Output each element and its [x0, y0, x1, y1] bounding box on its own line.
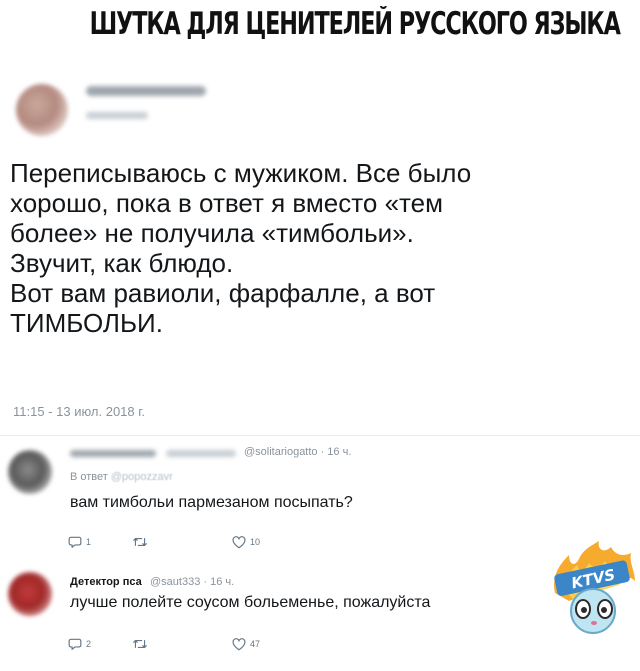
- reply-icon: [68, 536, 82, 548]
- author-handle-blurred[interactable]: [86, 112, 148, 119]
- reply-button[interactable]: 2: [68, 634, 91, 654]
- tweet-line: хорошо, пока в ответ я вместо «тем: [10, 188, 443, 218]
- watermark-logo: KTVS: [554, 541, 635, 634]
- divider: [0, 435, 640, 436]
- retweet-icon: [133, 640, 147, 648]
- reply-count: 1: [86, 537, 92, 547]
- tweet-line: Переписываюсь с мужиком. Все было: [10, 158, 472, 188]
- like-button[interactable]: 10: [232, 532, 260, 552]
- reply-to-prefix: В ответ: [70, 471, 108, 483]
- meme-headline: ШУТКА ДЛЯ ЦЕНИТЕЛЕЙ РУССКОГО ЯЗЫКА: [89, 6, 621, 42]
- watermark-nose: [591, 621, 597, 625]
- reply-to-handle[interactable]: @popozzavr: [111, 471, 173, 483]
- watermark-pupil-left: [581, 607, 587, 613]
- reply-handle-time[interactable]: @solitariogatto · 16 ч.: [244, 446, 351, 458]
- retweet-icon: [133, 538, 147, 546]
- reply-to-line: В ответ @popozzavr: [70, 471, 173, 483]
- like-icon: [232, 637, 246, 650]
- reply-text: вам тимбольи пармезаном посыпать?: [70, 494, 353, 511]
- author-name-blurred[interactable]: [86, 86, 206, 96]
- like-icon: [232, 535, 246, 548]
- watermark-pupil-right: [601, 607, 607, 613]
- tweet-timestamp[interactable]: 11:15 - 13 июл. 2018 г.: [13, 404, 145, 419]
- reply-author-name[interactable]: Детектор пса: [70, 576, 142, 588]
- tweet-line: Звучит, как блюдо.: [10, 248, 234, 278]
- reply-text: лучше полейте соусом больеменье, пожалуй…: [70, 594, 431, 611]
- like-button[interactable]: 47: [232, 634, 260, 654]
- tweet-line: Вот вам равиоли, фарфалле, а вот: [10, 278, 436, 308]
- reply-count: 2: [86, 639, 92, 649]
- author-avatar[interactable]: [16, 84, 68, 136]
- like-count: 10: [250, 537, 261, 547]
- reply-name-blurred[interactable]: [70, 450, 156, 457]
- reply-avatar[interactable]: [8, 572, 52, 616]
- like-count: 47: [250, 639, 261, 649]
- tweet-text: Переписываюсь с мужиком. Все было хорошо…: [10, 158, 610, 338]
- tweet-line: более» не получила «тимбольи».: [10, 218, 414, 248]
- retweet-button[interactable]: [132, 634, 152, 654]
- reply-button[interactable]: 1: [68, 532, 91, 552]
- tweet-line: ТИМБОЛЬИ.: [10, 308, 163, 338]
- reply-icon: [68, 638, 82, 650]
- retweet-button[interactable]: [132, 532, 152, 552]
- reply-avatar[interactable]: [8, 450, 52, 494]
- reply-handle-time[interactable]: @saut333 · 16 ч.: [150, 576, 234, 588]
- reply-name-blurred[interactable]: [166, 450, 236, 457]
